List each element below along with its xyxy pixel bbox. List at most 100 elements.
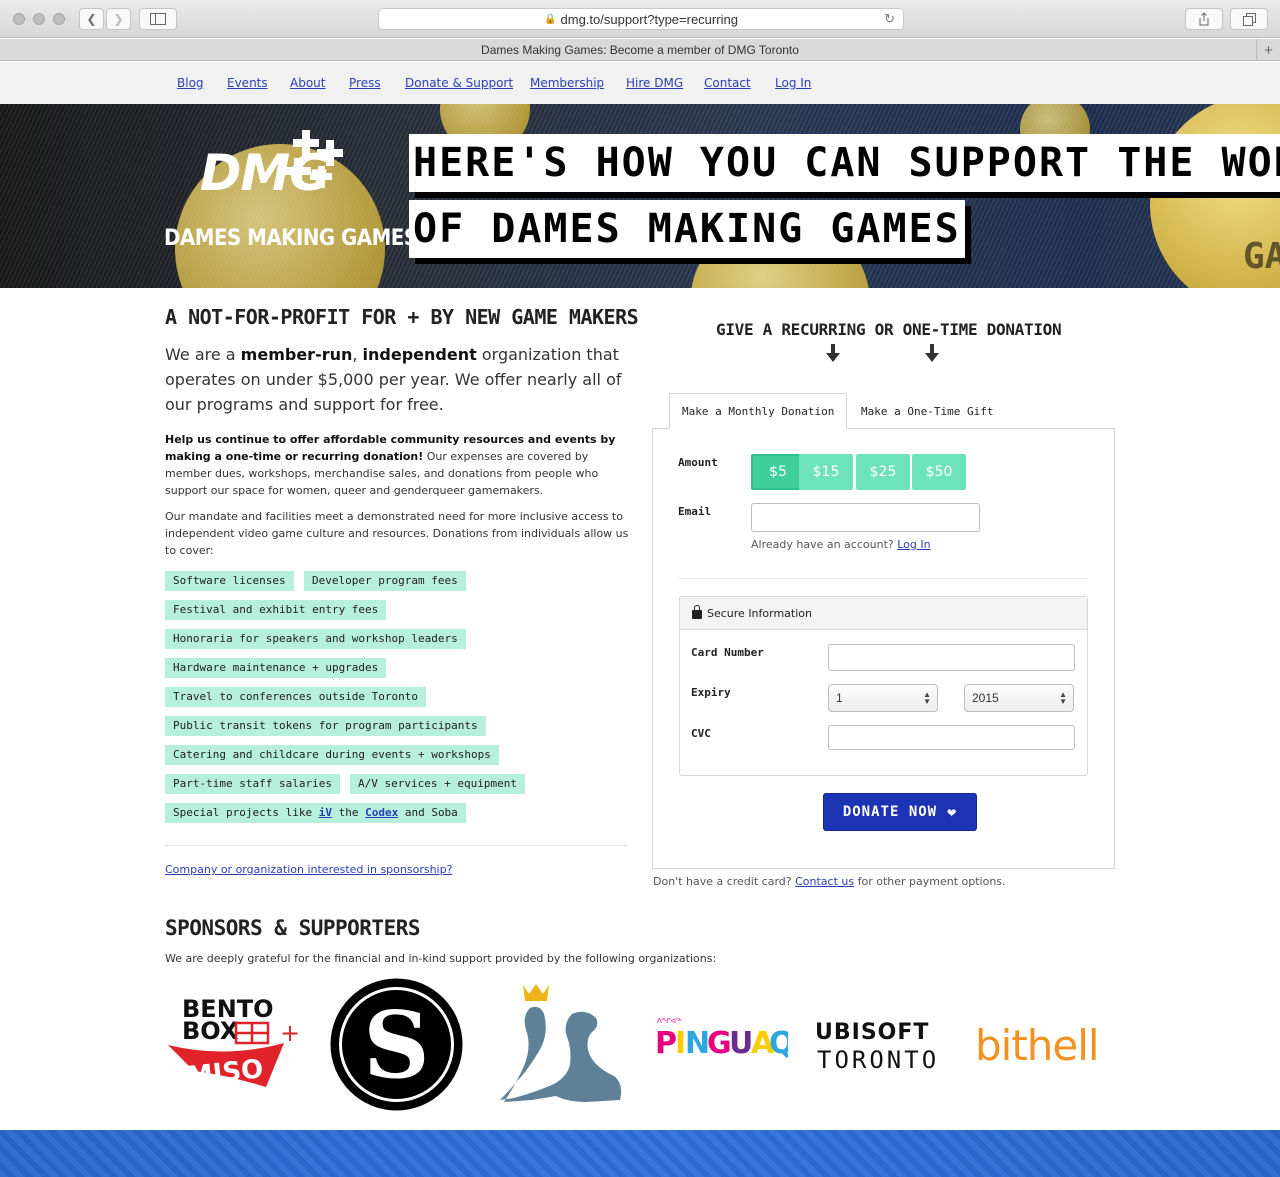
login-link[interactable]: Log In: [897, 538, 930, 551]
expense-tag: Public transit tokens for program partic…: [165, 716, 486, 736]
plus-cluster-icon: [285, 130, 343, 188]
contact-us-link[interactable]: Contact us: [795, 875, 854, 888]
nav-blog[interactable]: Blog: [177, 76, 204, 90]
hero-headline-line-1: HERE'S HOW YOU CAN SUPPORT THE WORK: [409, 134, 1280, 192]
forward-button[interactable]: ❯: [106, 8, 131, 30]
pinguaq-logo[interactable]: ᐱᖏᐊᖅ P I N G U A Q: [653, 1013, 788, 1069]
svg-text:bithell: bithell: [975, 1021, 1099, 1068]
cvc-field[interactable]: [828, 725, 1075, 750]
dmg-logo: DMG DAMES MAKING GAMES: [160, 130, 418, 260]
svg-text:ᐱᖏᐊᖅ: ᐱᖏᐊᖅ: [657, 1017, 682, 1025]
s-emblem-logo[interactable]: S: [329, 977, 464, 1112]
tabs-icon: [1242, 12, 1256, 26]
codex-link[interactable]: Codex: [365, 806, 398, 819]
tab-one-time-gift[interactable]: Make a One-Time Gift: [849, 393, 1005, 429]
sidebar-icon: [150, 13, 166, 25]
cvc-label: CVC: [691, 727, 711, 740]
active-tab-title[interactable]: Dames Making Games: Become a member of D…: [481, 43, 799, 57]
lead-paragraph: We are a member-run, independent organiz…: [165, 345, 622, 414]
sponsors-heading: SPONSORS & SUPPORTERS: [165, 916, 421, 940]
no-card-note: Don't have a credit card? Contact us for…: [653, 875, 1006, 888]
select-caret-icon: ▲ ▼: [923, 690, 931, 706]
nav-contact[interactable]: Contact: [704, 76, 751, 90]
lock-icon: 🔒: [544, 13, 557, 25]
url-text: dmg.to/support?type=recurring: [560, 11, 738, 27]
svg-text:N: N: [685, 1026, 709, 1061]
expense-tag: Festival and exhibit entry fees: [165, 600, 387, 620]
sidebar-toggle-button[interactable]: [139, 8, 177, 30]
svg-text:+: +: [280, 1019, 300, 1047]
browser-toolbar: ❮ ❯ 🔒 dmg.to/support?type=recurring ↻: [0, 0, 1280, 38]
iv-link[interactable]: iV: [319, 806, 332, 819]
expense-tag: Catering and childcare during events + w…: [165, 745, 499, 765]
share-icon: [1199, 12, 1209, 26]
select-caret-icon: ▲ ▼: [1059, 690, 1067, 706]
amount-15-button[interactable]: $15: [799, 454, 853, 490]
svg-text:U: U: [729, 1026, 752, 1061]
svg-text:TORONTO: TORONTO: [817, 1046, 939, 1074]
expense-tag: Hardware maintenance + upgrades: [165, 658, 387, 678]
svg-text:Q: Q: [769, 1026, 788, 1061]
secure-information-header: Secure Information: [680, 597, 1087, 630]
svg-text:UBISOFT: UBISOFT: [815, 1020, 929, 1045]
amount-label: Amount: [678, 456, 718, 469]
mission-heading: A NOT-FOR-PROFIT FOR + BY NEW GAME MAKER…: [165, 305, 639, 329]
account-note: Already have an account? Log In: [751, 538, 931, 551]
donate-now-button[interactable]: DONATE NOW ❤: [823, 793, 977, 831]
tab-monthly-donation[interactable]: Make a Monthly Donation: [669, 393, 847, 429]
expense-tag-special-projects: Special projects like iV the Codex and S…: [165, 803, 466, 823]
site-navigation: Blog Events About Press Donate & Support…: [0, 62, 1280, 104]
amount-50-button[interactable]: $50: [912, 454, 966, 490]
svg-text:G: G: [707, 1026, 731, 1061]
plus-icon: +: [1264, 41, 1273, 59]
nav-donate-support[interactable]: Donate & Support: [405, 76, 513, 90]
amount-5-button[interactable]: $5: [751, 454, 805, 490]
badge-lettering: GA: [1243, 236, 1280, 277]
expense-tag: A/V services + equipment: [350, 774, 525, 794]
expiry-label: Expiry: [691, 686, 731, 699]
email-field[interactable]: [751, 503, 980, 532]
expiry-year-select[interactable]: 2015 ▲ ▼: [964, 684, 1074, 712]
ubisoft-toronto-logo[interactable]: UBISOFT TORONTO: [815, 1018, 953, 1074]
back-button[interactable]: ❮: [79, 8, 104, 30]
bithell-logo[interactable]: bithell: [975, 1020, 1117, 1068]
chevron-left-icon: ❮: [86, 12, 97, 26]
chevron-right-icon: ❯: [113, 12, 124, 26]
expense-tag: Software licenses: [165, 571, 294, 591]
sponsorship-link[interactable]: Company or organization interested in sp…: [165, 863, 452, 876]
close-window-button[interactable]: [13, 13, 25, 25]
sponsors-intro: We are deeply grateful for the financial…: [165, 952, 717, 965]
card-number-field[interactable]: [828, 644, 1075, 671]
svg-text:P: P: [655, 1026, 676, 1061]
reload-icon[interactable]: ↻: [884, 11, 895, 27]
nav-press[interactable]: Press: [349, 76, 381, 90]
email-label: Email: [678, 505, 712, 518]
logo-name: DAMES MAKING GAMES: [164, 226, 418, 251]
svg-text:I: I: [675, 1026, 685, 1061]
nav-membership[interactable]: Membership: [530, 76, 604, 90]
nav-log-in[interactable]: Log In: [775, 76, 811, 90]
nav-about[interactable]: About: [290, 76, 325, 90]
seal-crown-logo[interactable]: [496, 980, 626, 1106]
heart-icon: ❤: [947, 803, 958, 821]
address-bar[interactable]: 🔒 dmg.to/support?type=recurring ↻: [378, 8, 904, 30]
amount-25-button[interactable]: $25: [856, 454, 910, 490]
nav-events[interactable]: Events: [227, 76, 268, 90]
divider: [165, 845, 627, 846]
donation-appeal-paragraph: Help us continue to offer affordable com…: [165, 433, 616, 497]
minimize-window-button[interactable]: [33, 13, 45, 25]
share-button[interactable]: [1185, 8, 1223, 30]
expense-tag: Developer program fees: [304, 571, 466, 591]
card-number-label: Card Number: [691, 646, 764, 659]
hero-headline-line-2: OF DAMES MAKING GAMES: [409, 200, 965, 258]
bento-box-miso-logo[interactable]: BENTO BOX + MISO: [166, 993, 302, 1093]
new-tab-button[interactable]: +: [1256, 39, 1280, 61]
divider: [679, 578, 1088, 579]
expense-tag: Part-time staff salaries: [165, 774, 340, 794]
tabs-overview-button[interactable]: [1230, 8, 1268, 30]
hero-banner: COMM GA DMG DAMES MAKING GAMES HERE'S HO…: [0, 104, 1280, 288]
zoom-window-button[interactable]: [53, 13, 65, 25]
nav-hire-dmg[interactable]: Hire DMG: [626, 76, 683, 90]
footer-banner: [0, 1130, 1280, 1177]
expiry-month-select[interactable]: 1 ▲ ▼: [828, 684, 938, 712]
